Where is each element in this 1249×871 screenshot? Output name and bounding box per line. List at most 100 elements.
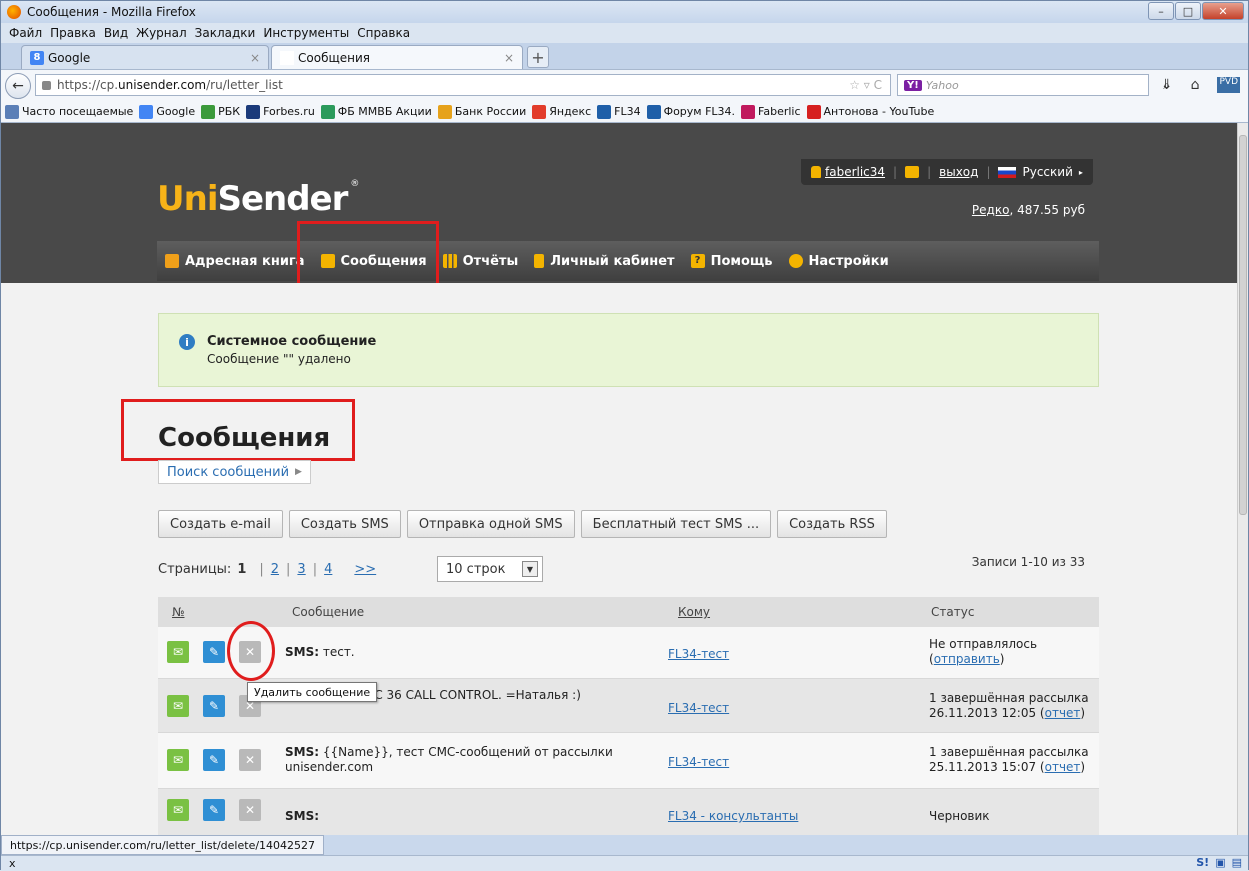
bookmark-label: Часто посещаемые (22, 105, 134, 118)
status-cell: 1 завершённая рассылка 26.11.2013 12:05 … (929, 691, 1089, 720)
chevron-right-icon: ▶ (295, 467, 302, 477)
unisender-logo[interactable]: UniSender ® (157, 179, 359, 219)
bookmark-yandex[interactable]: Яндекс (532, 104, 591, 119)
bookmark-micex[interactable]: ФБ ММВБ Акции (320, 104, 432, 119)
menu-edit[interactable]: Правка (50, 26, 96, 40)
back-button[interactable]: ← (5, 72, 31, 99)
close-window-button[interactable]: ✕ (1202, 2, 1244, 20)
send-single-sms-button[interactable]: Отправка одной SMS (406, 510, 575, 538)
edit-icon[interactable]: ✎ (203, 799, 225, 821)
search-input[interactable]: Y! Yahoo ⌕ (897, 74, 1170, 96)
language-select[interactable]: Русский (1022, 165, 1072, 179)
create-rss-button[interactable]: Создать RSS (777, 510, 887, 538)
tab-google[interactable]: 8 Google × (21, 45, 269, 69)
rows-per-page-select[interactable]: 10 строк ▼ (437, 556, 543, 582)
russia-flag-icon (998, 166, 1017, 178)
separator: | (893, 165, 898, 179)
lock-icon (42, 80, 51, 90)
report-link[interactable]: отчет (1045, 760, 1081, 774)
envelope-icon[interactable]: ✉ (167, 749, 189, 771)
page-link[interactable]: 3 (297, 562, 305, 577)
next-page-link[interactable]: >> (354, 562, 376, 577)
menu-tools[interactable]: Инструменты (263, 26, 349, 40)
bookmark-cbr[interactable]: Банк России (437, 104, 526, 119)
bookmark-icon (532, 104, 547, 119)
envelope-icon[interactable]: ✉ (167, 799, 189, 821)
free-sms-test-button[interactable]: Бесплатный тест SMS ... (580, 510, 772, 538)
column-num[interactable]: № (172, 605, 184, 619)
edit-icon[interactable]: ✎ (203, 749, 225, 771)
gear-icon (788, 254, 803, 268)
bookmark-icon (246, 104, 261, 119)
addon-icon[interactable]: S! (1196, 856, 1209, 869)
edit-icon[interactable]: ✎ (203, 641, 225, 663)
home-icon[interactable]: ⌂ (1191, 77, 1200, 93)
send-link[interactable]: отправить (934, 652, 1000, 666)
delete-icon[interactable]: ✕ (239, 799, 261, 821)
menu-view[interactable]: Вид (104, 26, 128, 40)
envelope-icon[interactable]: ✉ (167, 641, 189, 663)
search-messages-toggle[interactable]: Поиск сообщений ▶ (158, 460, 311, 484)
nav-account[interactable]: Личный кабинет (534, 254, 675, 269)
logout-link[interactable]: выход (939, 165, 978, 179)
bookmark-fl34[interactable]: FL34 (597, 104, 641, 119)
maximize-button[interactable]: □ (1175, 2, 1201, 20)
tab-close-icon[interactable]: × (504, 51, 514, 65)
download-icon[interactable]: ⇓ (1161, 77, 1173, 93)
nav-reports[interactable]: Отчёты (442, 254, 518, 269)
bookmark-forbes[interactable]: Forbes.ru (246, 104, 315, 119)
help-icon: ? (690, 254, 705, 268)
recipient-link[interactable]: FL34-тест (668, 701, 729, 715)
tab-messages[interactable]: Сообщения × (271, 45, 523, 69)
at-icon (165, 254, 179, 268)
page-link[interactable]: 2 (271, 562, 279, 577)
recipient-link[interactable]: FL34-тест (668, 755, 729, 769)
chat-icon[interactable]: ▣ (1215, 856, 1225, 869)
recipient-link[interactable]: FL34 - консультанты (668, 809, 798, 823)
message-body: {{Name}}, тест СМС-сообщений от рассылки… (285, 745, 613, 774)
firefox-icon (7, 5, 21, 19)
unlock-icon[interactable] (905, 166, 920, 178)
vertical-scrollbar[interactable] (1237, 123, 1248, 835)
rows-per-page-value: 10 строк (446, 561, 506, 577)
envelope-icon[interactable]: ✉ (167, 695, 189, 717)
tab-close-icon[interactable]: × (250, 51, 260, 65)
create-email-button[interactable]: Создать e-mail (158, 510, 283, 538)
bookmark-label: Faberlic (758, 105, 801, 118)
menu-help[interactable]: Справка (357, 26, 410, 40)
bookmark-rbk[interactable]: РБК (201, 104, 240, 119)
username-link[interactable]: faberlic34 (825, 165, 885, 179)
browser-window: Сообщения - Mozilla Firefox – □ ✕ Файл П… (0, 0, 1249, 871)
page-title: Сообщения (158, 423, 331, 453)
addon-icon[interactable]: ▤ (1232, 856, 1242, 869)
bookmark-youtube[interactable]: Антонова - YouTube (806, 104, 934, 119)
scrollbar-thumb[interactable] (1239, 135, 1247, 515)
bookmark-most-visited[interactable]: Часто посещаемые (5, 104, 134, 119)
nav-settings[interactable]: Настройки (788, 254, 889, 269)
new-tab-button[interactable]: + (527, 46, 549, 68)
reload-icon[interactable]: ☆ ▿ C (849, 78, 882, 92)
table-row: ✉ ✎ ✕ SMS: FL34 - консультанты Черновик (158, 789, 1099, 835)
bookmark-forum-fl34[interactable]: Форум FL34. (646, 104, 735, 119)
nav-help[interactable]: ? Помощь (690, 254, 773, 269)
report-link[interactable]: отчет (1045, 706, 1081, 720)
menu-file[interactable]: Файл (9, 26, 42, 40)
address-bar[interactable]: https://cp. unisender.com/ru/letter_list … (35, 74, 891, 96)
bookmark-faberlic[interactable]: Faberlic (741, 104, 801, 119)
nav-address-book[interactable]: Адресная книга (165, 254, 305, 269)
balance-value: , 487.55 руб (1009, 203, 1085, 217)
create-sms-button[interactable]: Создать SMS (288, 510, 401, 538)
minimize-button[interactable]: – (1148, 2, 1174, 20)
page-link[interactable]: 4 (324, 562, 332, 577)
column-to[interactable]: Кому (678, 605, 710, 619)
logo-uni: Uni (157, 179, 218, 219)
menu-bookmarks[interactable]: Закладки (195, 26, 256, 40)
close-addon-bar-icon[interactable]: x (9, 857, 16, 870)
menu-history[interactable]: Журнал (136, 26, 187, 40)
edit-icon[interactable]: ✎ (203, 695, 225, 717)
balance-link[interactable]: Редко (972, 203, 1010, 217)
bookmark-google[interactable]: Google (139, 104, 195, 119)
recipient-link[interactable]: FL34-тест (668, 647, 729, 661)
delete-icon[interactable]: ✕ (239, 749, 261, 771)
addon-icon[interactable]: PVD (1217, 77, 1240, 93)
